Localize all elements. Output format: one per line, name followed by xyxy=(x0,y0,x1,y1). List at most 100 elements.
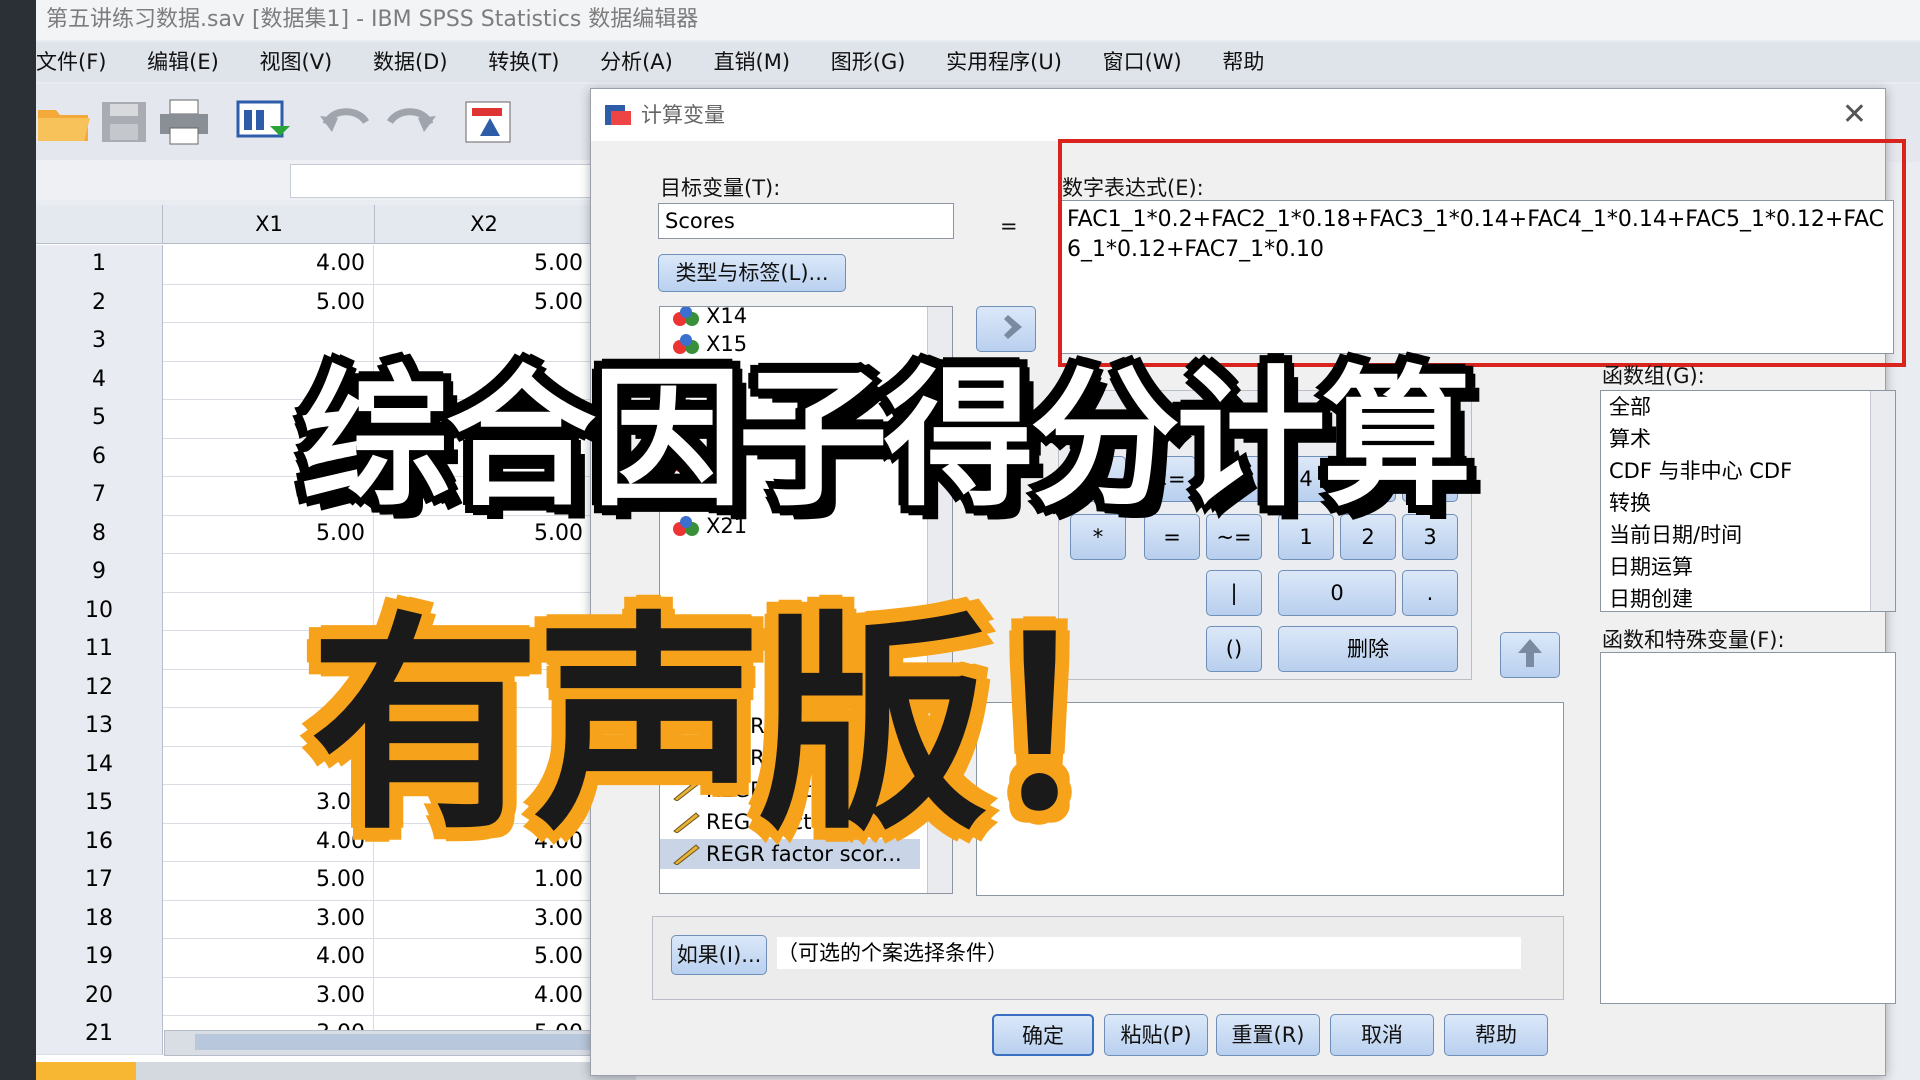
key-parentheses[interactable]: () xyxy=(1206,626,1262,672)
row-number[interactable]: 1 xyxy=(36,245,163,284)
cell-x1[interactable]: 3.00 xyxy=(164,899,374,938)
target-variable-label: 目标变量(T): xyxy=(660,176,781,200)
cell-x2[interactable]: 4.00 xyxy=(376,976,592,1015)
view-tabs-bar xyxy=(36,1062,636,1080)
if-button[interactable]: 如果(I)... xyxy=(671,935,767,975)
cell-x2[interactable]: 5.00 xyxy=(376,283,592,322)
function-group-item[interactable]: 转换 xyxy=(1601,487,1895,519)
row-number[interactable]: 2 xyxy=(36,283,163,322)
grid-header: X1 X2 xyxy=(36,205,636,244)
menu-data[interactable]: 数据(D) xyxy=(373,42,448,82)
column-header-x1[interactable]: X1 xyxy=(164,205,375,243)
target-variable-input[interactable]: Scores xyxy=(658,203,954,239)
menu-edit[interactable]: 编辑(E) xyxy=(147,42,219,82)
row-number[interactable]: 8 xyxy=(36,514,163,553)
row-number[interactable]: 12 xyxy=(36,668,163,707)
row-number[interactable]: 5 xyxy=(36,399,163,438)
dialog-title: 计算变量 xyxy=(641,103,725,127)
menu-analyze[interactable]: 分析(A) xyxy=(600,42,673,82)
data-view-tab[interactable] xyxy=(36,1062,136,1080)
function-special-label: 函数和特殊变量(F): xyxy=(1602,628,1785,652)
recall-dialog-icon[interactable] xyxy=(234,98,290,146)
horizontal-scrollbar[interactable] xyxy=(164,1030,638,1056)
close-icon[interactable]: ✕ xyxy=(1842,89,1867,141)
cell-x2[interactable]: 3.00 xyxy=(376,899,592,938)
cell-x1[interactable]: 4.00 xyxy=(164,938,374,977)
row-number[interactable]: 20 xyxy=(36,976,163,1015)
save-icon[interactable] xyxy=(96,98,152,146)
function-group-item[interactable]: 全部 xyxy=(1601,391,1895,423)
paste-button[interactable]: 粘贴(P) xyxy=(1104,1014,1208,1056)
grid-corner xyxy=(36,205,163,243)
row-number[interactable]: 3 xyxy=(36,322,163,361)
undo-icon[interactable] xyxy=(318,98,374,146)
help-button[interactable]: 帮助 xyxy=(1444,1014,1548,1056)
goto-case-icon[interactable] xyxy=(462,98,518,146)
equals-sign: = xyxy=(1000,214,1018,238)
function-group-item[interactable]: 算术 xyxy=(1601,423,1895,455)
cancel-button[interactable]: 取消 xyxy=(1330,1014,1434,1056)
key-delete[interactable]: 删除 xyxy=(1278,626,1458,672)
row-number[interactable]: 6 xyxy=(36,437,163,476)
row-number[interactable]: 11 xyxy=(36,630,163,669)
menu-graphs[interactable]: 图形(G) xyxy=(831,42,906,82)
function-group-item[interactable]: 日期创建 xyxy=(1601,583,1895,611)
row-number[interactable]: 19 xyxy=(36,938,163,977)
row-number[interactable]: 14 xyxy=(36,745,163,784)
row-number[interactable]: 16 xyxy=(36,822,163,861)
function-group-item[interactable]: CDF 与非中心 CDF xyxy=(1601,455,1895,487)
menu-transform[interactable]: 转换(T) xyxy=(488,42,559,82)
table-row[interactable]: 19 4.00 5.00 xyxy=(36,938,636,978)
cell-x1[interactable]: 5.00 xyxy=(164,283,374,322)
ok-button[interactable]: 确定 xyxy=(992,1014,1094,1056)
print-icon[interactable] xyxy=(156,98,212,146)
cell-x1[interactable]: 4.00 xyxy=(164,245,374,284)
menu-bar: 文件(F) 编辑(E) 视图(V) 数据(D) 转换(T) 分析(A) 直销(M… xyxy=(36,42,1920,82)
row-number[interactable]: 9 xyxy=(36,553,163,592)
menu-file[interactable]: 文件(F) xyxy=(36,42,106,82)
function-group-scrollbar[interactable] xyxy=(1870,391,1895,611)
overlay-caption-title: 综合因子得分计算 xyxy=(300,353,1472,527)
column-header-x2[interactable]: X2 xyxy=(376,205,593,243)
reset-button[interactable]: 重置(R) xyxy=(1216,1014,1320,1056)
cell-x2[interactable]: 5.00 xyxy=(376,245,592,284)
type-and-label-button[interactable]: 类型与标签(L)... xyxy=(658,254,846,292)
overlay-caption-subtitle: 有声版！ xyxy=(310,594,1212,861)
menu-help[interactable]: 帮助 xyxy=(1222,42,1264,82)
row-number[interactable]: 18 xyxy=(36,899,163,938)
table-row[interactable]: 18 3.00 3.00 xyxy=(36,899,636,939)
function-group-item[interactable]: 日期运算 xyxy=(1601,551,1895,583)
function-special-list[interactable] xyxy=(1600,652,1896,1004)
row-number[interactable]: 15 xyxy=(36,784,163,823)
compute-dialog-icon xyxy=(605,105,631,125)
cell-x1[interactable]: 3.00 xyxy=(164,976,374,1015)
table-row[interactable]: 1 4.00 5.00 xyxy=(36,245,636,285)
menu-view[interactable]: 视图(V) xyxy=(260,42,333,82)
key-or[interactable]: | xyxy=(1206,570,1262,616)
open-folder-icon[interactable] xyxy=(36,98,92,146)
cell-editor-bar xyxy=(36,160,636,200)
arrow-up-icon xyxy=(1518,639,1542,667)
menu-window[interactable]: 窗口(W) xyxy=(1103,42,1182,82)
table-row[interactable]: 20 3.00 4.00 xyxy=(36,976,636,1016)
row-number[interactable]: 7 xyxy=(36,476,163,515)
function-group-item[interactable]: 当前日期/时间 xyxy=(1601,519,1895,551)
row-number[interactable]: 21 xyxy=(36,1015,163,1054)
if-condition-panel: 如果(I)... （可选的个案选择条件） xyxy=(652,916,1564,1000)
cell-editor-input[interactable] xyxy=(290,164,632,198)
row-number[interactable]: 10 xyxy=(36,591,163,630)
function-group-label: 函数组(G): xyxy=(1602,364,1705,388)
dialog-titlebar: 计算变量 ✕ xyxy=(591,89,1885,141)
menu-direct[interactable]: 直销(M) xyxy=(714,42,791,82)
key-0[interactable]: 0 xyxy=(1278,570,1396,616)
insert-function-button[interactable] xyxy=(1500,632,1560,678)
row-number[interactable]: 4 xyxy=(36,360,163,399)
redo-icon[interactable] xyxy=(382,98,438,146)
scroll-thumb[interactable] xyxy=(195,1034,635,1050)
cell-x2[interactable]: 5.00 xyxy=(376,938,592,977)
menu-utilities[interactable]: 实用程序(U) xyxy=(946,42,1062,82)
row-number[interactable]: 13 xyxy=(36,707,163,746)
function-group-list[interactable]: 全部 算术 CDF 与非中心 CDF 转换 当前日期/时间 日期运算 日期创建 xyxy=(1600,390,1896,612)
key-decimal[interactable]: . xyxy=(1402,570,1458,616)
row-number[interactable]: 17 xyxy=(36,861,163,900)
